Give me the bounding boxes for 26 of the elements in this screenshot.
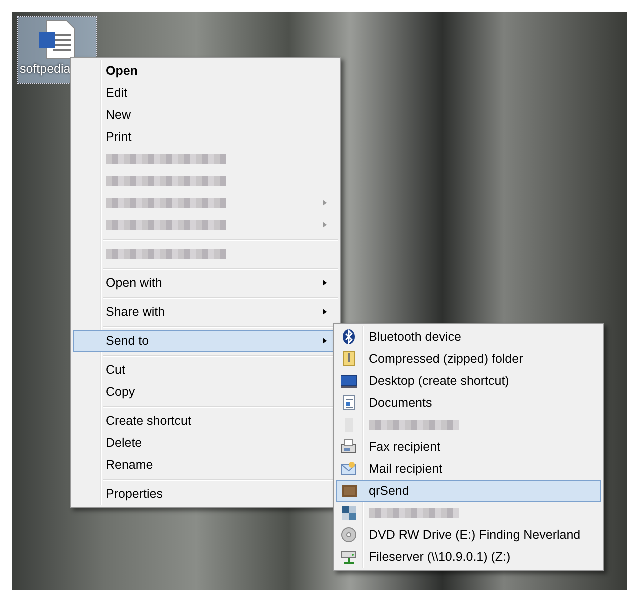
zip-folder-icon [341, 351, 357, 367]
menu-item[interactable]: qrSend [336, 480, 601, 502]
network-drive-icon [341, 549, 357, 565]
mail-icon [341, 461, 357, 477]
menu-item[interactable]: Fax recipient [336, 436, 601, 458]
bluetooth-icon [341, 329, 357, 345]
disc-icon [341, 527, 357, 543]
menu-item[interactable]: Documents [336, 392, 601, 414]
monitor-icon [341, 373, 357, 389]
app-icon [341, 483, 357, 499]
menu-item[interactable]: Compressed (zipped) folder [336, 348, 601, 370]
menu-item[interactable]: Mail recipient [336, 458, 601, 480]
menu-item[interactable]: DVD RW Drive (E:) Finding Neverland [336, 524, 601, 546]
menu-item[interactable]: Fileserver (\\10.9.0.1) (Z:) [336, 546, 601, 568]
word-document-icon [37, 20, 77, 60]
menu-item[interactable]: New [73, 104, 338, 126]
menu-item[interactable]: Share with [73, 301, 338, 323]
checkered-icon [341, 505, 357, 521]
menu-item[interactable]: Print [73, 126, 338, 148]
menu-item[interactable]: Open with [73, 272, 338, 294]
menu-item[interactable]: Edit [73, 82, 338, 104]
file-name: softpedia [19, 62, 71, 76]
fax-icon [341, 439, 357, 455]
menu-item[interactable]: Desktop (create shortcut) [336, 370, 601, 392]
menu-item[interactable]: Bluetooth device [336, 326, 601, 348]
document-icon [341, 395, 357, 411]
